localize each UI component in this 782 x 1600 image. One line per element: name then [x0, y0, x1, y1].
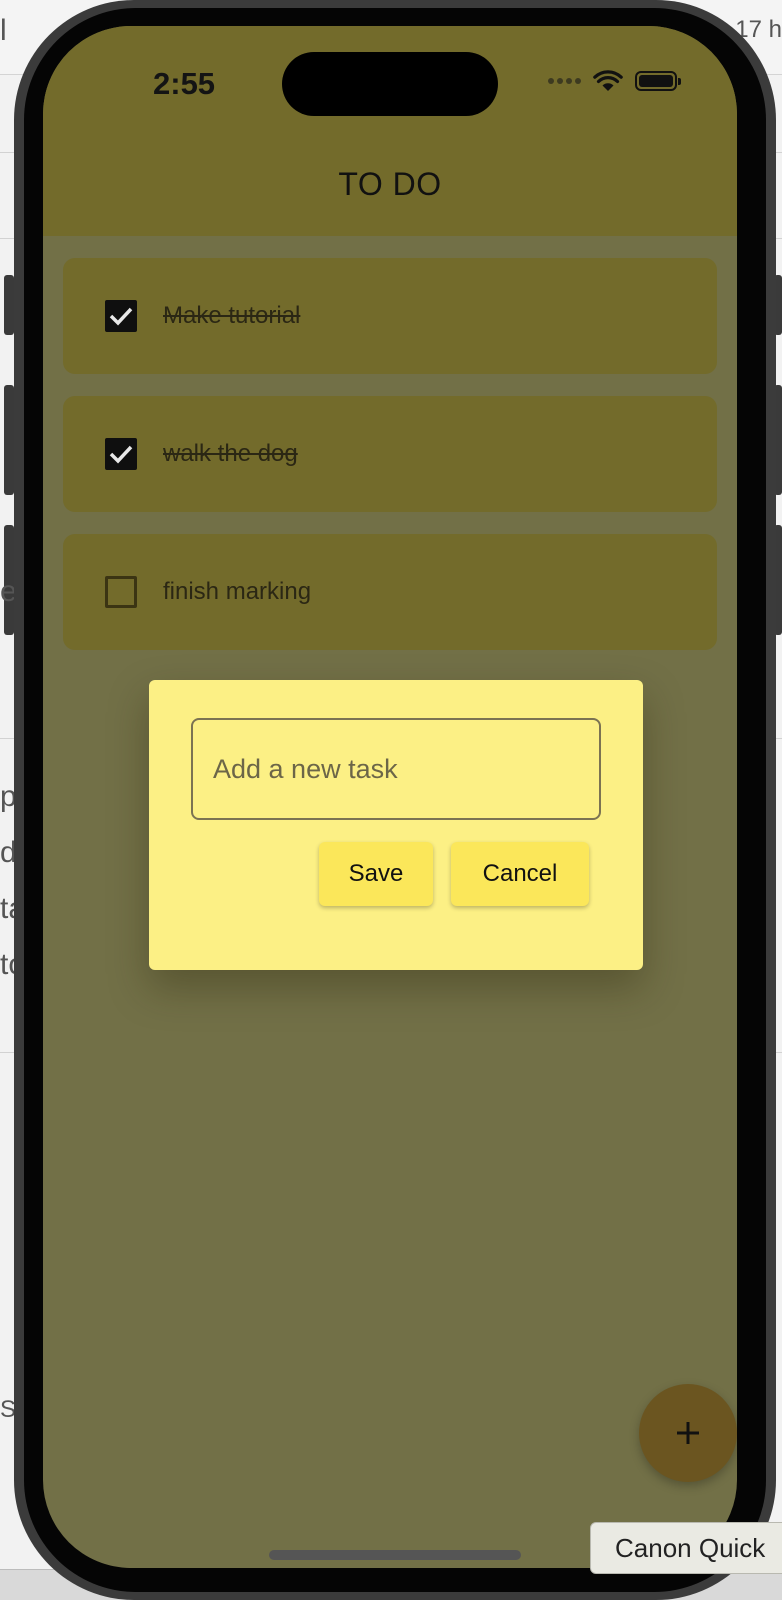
- wifi-icon: [593, 70, 623, 91]
- new-task-input[interactable]: [191, 718, 601, 820]
- save-button[interactable]: Save: [319, 842, 433, 906]
- checkmark-icon: [109, 307, 133, 326]
- cancel-button[interactable]: Cancel: [451, 842, 589, 906]
- cellular-dots-icon: [548, 78, 581, 84]
- tooltip: Canon Quick: [590, 1522, 782, 1574]
- status-time: 2:55: [153, 66, 216, 101]
- add-task-button[interactable]: [639, 1384, 737, 1482]
- task-label: finish marking: [163, 578, 312, 605]
- task-checkbox[interactable]: [105, 300, 137, 332]
- task-label: walk the dog: [163, 440, 298, 467]
- checkmark-icon: [109, 445, 133, 464]
- status-icons: [548, 70, 681, 92]
- task-checkbox[interactable]: [105, 576, 137, 608]
- background-bar: [4, 385, 14, 495]
- task-checkbox[interactable]: [105, 438, 137, 470]
- home-indicator[interactable]: [269, 1550, 521, 1560]
- task-item: Make tutorial: [63, 258, 717, 374]
- phone-screen: 2:55 TO DO Make tutorial walk the dog fi…: [43, 26, 737, 1568]
- task-label: Make tutorial: [163, 302, 301, 329]
- page-title: TO DO: [338, 166, 442, 202]
- dynamic-island: [282, 52, 498, 116]
- task-item: walk the dog: [63, 396, 717, 512]
- new-task-dialog: Save Cancel: [149, 680, 643, 970]
- battery-icon: [635, 71, 681, 91]
- plus-icon: [677, 1422, 699, 1444]
- task-list: Make tutorial walk the dog finish markin…: [63, 258, 717, 672]
- background-bar: [4, 275, 14, 335]
- background-text-fragment: l: [0, 14, 7, 47]
- task-item: finish marking: [63, 534, 717, 650]
